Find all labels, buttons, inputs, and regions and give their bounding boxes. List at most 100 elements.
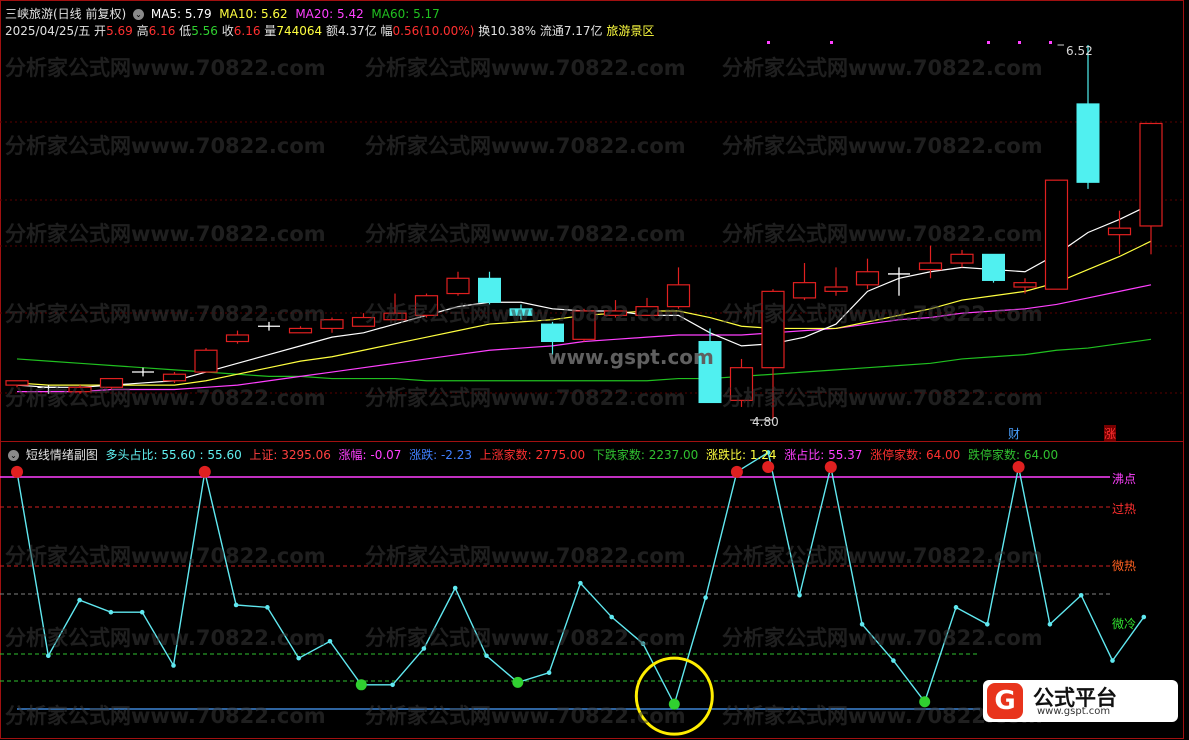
up-count-key: 上涨家数: — [479, 448, 532, 462]
watermark-text: 分析家公式网www.70822.com — [5, 626, 326, 650]
candle — [855, 258, 880, 290]
candle — [1076, 45, 1100, 189]
sector-label[interactable]: 旅游景区 — [606, 24, 654, 38]
volume-value: 744064 — [276, 24, 323, 38]
level-warm-label: 微热 — [1112, 559, 1137, 573]
watermark-text: 分析家公式网www.70822.com — [5, 222, 326, 246]
sentiment-point — [233, 602, 239, 608]
ratio-value: 1.24 — [749, 448, 777, 462]
signal-dot — [830, 41, 833, 44]
candle — [824, 267, 848, 296]
ma10-label: MA10: 5.62 — [219, 7, 288, 21]
open-value: 5.69 — [106, 24, 133, 38]
sub-title[interactable]: 短线情绪副图 — [26, 448, 98, 462]
watermark-text: 分析家公式网www.70822.com — [5, 134, 326, 158]
sub-settings-circle-icon[interactable]: ⌄ — [8, 450, 19, 461]
signal-dot — [1049, 41, 1052, 44]
overheat-marker — [198, 465, 211, 478]
ma60-label: MA60: 5.17 — [371, 7, 440, 21]
watermark-text: 分析家公式网www.70822.com — [722, 544, 1043, 568]
candle — [1044, 179, 1069, 290]
limit-down-value: 64.00 — [1023, 448, 1059, 462]
watermark-text: 分析家公式网www.70822.com — [722, 134, 1043, 158]
sentiment-point — [546, 670, 552, 675]
sentiment-point — [484, 653, 489, 659]
bull-ratio-label: 多头占比: 55.60 : 55.60 — [105, 448, 242, 462]
tag-cai[interactable]: 财 — [1008, 425, 1020, 442]
chg-value: -2.23 — [440, 448, 473, 462]
up-pct-key: 涨占比: — [784, 448, 825, 462]
open-key: 开 — [94, 24, 107, 38]
sentiment-point — [296, 655, 302, 661]
sentiment-point — [703, 595, 708, 600]
limit-up-key: 涨停家数: — [870, 448, 923, 462]
candle — [1107, 210, 1132, 255]
candle — [792, 263, 817, 301]
turnover-label: 换10.38% — [478, 24, 536, 38]
candle — [225, 330, 250, 344]
stock-title[interactable]: 三峡旅游(日线 前复权) — [5, 7, 126, 21]
sentiment-point — [171, 663, 176, 668]
sentiment-point — [1078, 592, 1084, 598]
change-key: 幅 — [380, 24, 393, 38]
candle — [446, 271, 470, 296]
sentiment-point — [390, 682, 395, 688]
amp-key: 涨幅: — [338, 448, 367, 462]
oversold-marker — [355, 679, 367, 691]
sentiment-point — [265, 605, 270, 610]
sentiment-point — [46, 653, 51, 659]
price-low-label: 4.80 — [752, 415, 779, 429]
sentiment-point — [797, 592, 802, 598]
amount-value: 4.37亿 — [337, 24, 377, 38]
amount-key: 额 — [325, 24, 338, 38]
overheat-marker — [730, 465, 743, 478]
watermark-text: 分析家公式网www.70822.com — [5, 386, 326, 410]
sentiment-point — [578, 580, 583, 586]
center-watermark: www.gspt.com — [548, 345, 714, 369]
change-value: 0.56(10.00%) — [392, 24, 475, 38]
candle — [950, 249, 974, 268]
high-key: 高 — [136, 24, 149, 38]
down-count-key: 下跌家数: — [592, 448, 645, 462]
watermark-text: 分析家公式网www.70822.com — [722, 626, 1043, 650]
low-key: 低 — [179, 24, 192, 38]
close-value: 6.16 — [233, 24, 261, 38]
candle — [1139, 122, 1163, 255]
close-key: 收 — [221, 24, 234, 38]
watermark-text: 分析家公式网www.70822.com — [5, 302, 326, 326]
candle — [1013, 278, 1037, 294]
price-high-label: 6.52 — [1066, 44, 1093, 58]
candle — [194, 348, 218, 373]
watermark-text: 分析家公式网www.70822.com — [365, 544, 686, 568]
watermark-text: 分析家公式网www.70822.com — [365, 134, 686, 158]
header-line-1: 三峡旅游(日线 前复权) ⌄ MA5: 5.79 MA10: 5.62 MA20… — [5, 5, 440, 22]
watermark-text: 分析家公式网www.70822.com — [365, 626, 686, 650]
volume-key: 量 — [264, 24, 277, 38]
tag-zhang[interactable]: 涨 — [1104, 425, 1117, 442]
float-label: 流通7.17亿 — [539, 24, 603, 38]
oversold-marker — [512, 676, 524, 688]
level-overheat-label: 过热 — [1112, 502, 1137, 516]
sentiment-point — [1141, 614, 1147, 620]
up-pct-value: 55.37 — [828, 448, 863, 462]
logo-mark-icon: G — [987, 683, 1023, 719]
watermark-text: 分析家公式网www.70822.com — [365, 302, 686, 326]
watermark-text: 分析家公式网www.70822.com — [5, 56, 326, 80]
sentiment-point — [452, 585, 458, 591]
sub-header: ⌄ 短线情绪副图 多头占比: 55.60 : 55.60 上证: 3295.06… — [5, 446, 1058, 463]
sentiment-point — [1110, 658, 1115, 663]
watermark-text: 分析家公式网www.70822.com — [5, 704, 326, 728]
candle — [132, 367, 154, 377]
sentiment-line — [16, 451, 1145, 707]
ma5-label: MA5: 5.79 — [150, 7, 212, 21]
watermark-text: 分析家公式网www.70822.com — [365, 386, 686, 410]
amp-value: -0.07 — [370, 448, 402, 462]
brand-logo[interactable]: G 公式平台 www.gspt.com — [983, 680, 1178, 722]
sentiment-point — [953, 605, 959, 610]
down-count-value: 2237.00 — [648, 448, 699, 462]
ratio-key: 涨跌比: — [705, 448, 746, 462]
sentiment-point — [1047, 622, 1053, 627]
high-value: 6.16 — [148, 24, 176, 38]
watermark-text: 分析家公式网www.70822.com — [365, 704, 686, 728]
settings-circle-icon[interactable]: ⌄ — [133, 9, 145, 20]
